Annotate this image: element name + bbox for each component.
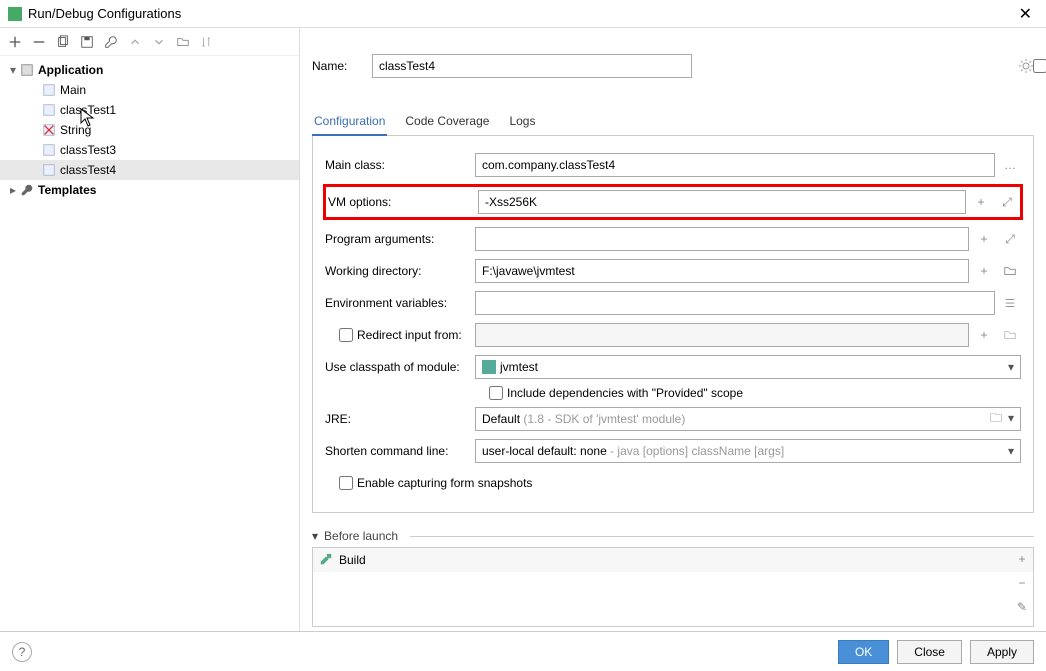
remove-icon[interactable] bbox=[30, 33, 48, 51]
expand-icon[interactable]: ⤢ bbox=[996, 191, 1018, 213]
redirect-checkbox[interactable]: Redirect input from: bbox=[339, 328, 475, 342]
expand-icon[interactable]: ⤢ bbox=[999, 228, 1021, 250]
plus-icon: + bbox=[973, 324, 995, 346]
dialog-footer: ? OK Close Apply bbox=[0, 631, 1046, 671]
chevron-down-icon: ▾ bbox=[1008, 360, 1014, 374]
add-task-icon[interactable]: + bbox=[1013, 550, 1031, 568]
config-icon bbox=[42, 83, 56, 97]
working-dir-label: Working directory: bbox=[325, 264, 475, 278]
up-icon[interactable] bbox=[126, 33, 144, 51]
vm-options-label: VM options: bbox=[328, 195, 478, 209]
allow-parallel-checkbox[interactable]: Allow parallel run bbox=[880, 45, 930, 87]
close-icon[interactable]: ✕ bbox=[1013, 4, 1038, 24]
gear-icon[interactable] bbox=[1018, 58, 1034, 74]
folder-icon bbox=[999, 324, 1021, 346]
edit-task-icon[interactable]: ✎ bbox=[1013, 598, 1031, 616]
name-label: Name: bbox=[312, 59, 362, 73]
config-form: Main class: … VM options: + ⤢ Program ar… bbox=[312, 136, 1034, 513]
before-launch-header[interactable]: ▾ Before launch bbox=[312, 525, 1034, 547]
shorten-select[interactable]: user-local default: none - java [options… bbox=[475, 439, 1021, 463]
config-icon bbox=[42, 143, 56, 157]
tab-bar: Configuration Code Coverage Logs bbox=[312, 108, 1034, 136]
snapshots-checkbox[interactable]: Enable capturing form snapshots bbox=[339, 476, 532, 490]
tree-label: classTest4 bbox=[60, 163, 116, 177]
tree-label: Templates bbox=[38, 183, 96, 197]
tree-label: classTest3 bbox=[60, 143, 116, 157]
include-deps-checkbox[interactable]: Include dependencies with "Provided" sco… bbox=[489, 386, 743, 400]
down-icon[interactable] bbox=[150, 33, 168, 51]
store-project-checkbox[interactable]: Store as project file bbox=[954, 38, 1004, 94]
main-class-input[interactable] bbox=[475, 153, 995, 177]
jre-select[interactable]: Default (1.8 - SDK of 'jvmtest' module)🗀… bbox=[475, 407, 1021, 431]
classpath-label: Use classpath of module: bbox=[325, 360, 475, 374]
application-icon bbox=[20, 63, 34, 77]
tree-node-classtest1[interactable]: classTest1 bbox=[0, 100, 299, 120]
classpath-select[interactable]: jvmtest▾ bbox=[475, 355, 1021, 379]
config-icon bbox=[42, 163, 56, 177]
remove-task-icon[interactable]: − bbox=[1013, 574, 1031, 592]
wrench-icon[interactable] bbox=[102, 33, 120, 51]
tree-node-main[interactable]: Main bbox=[0, 80, 299, 100]
tab-logs[interactable]: Logs bbox=[507, 108, 537, 135]
window-title: Run/Debug Configurations bbox=[28, 6, 1013, 21]
app-icon bbox=[8, 7, 22, 21]
env-vars-label: Environment variables: bbox=[325, 296, 475, 310]
tree-label: Main bbox=[60, 83, 86, 97]
tree-node-application[interactable]: ▾ Application bbox=[0, 60, 299, 80]
program-args-input[interactable] bbox=[475, 227, 969, 251]
add-icon[interactable] bbox=[6, 33, 24, 51]
name-input[interactable] bbox=[372, 54, 692, 78]
expand-icon[interactable]: ▾ bbox=[6, 63, 20, 77]
plus-icon[interactable]: + bbox=[973, 228, 995, 250]
build-task-row[interactable]: Build bbox=[313, 548, 1033, 572]
error-config-icon bbox=[42, 123, 56, 137]
folder-icon[interactable] bbox=[999, 260, 1021, 282]
sort-icon[interactable] bbox=[198, 33, 216, 51]
tree-node-classtest3[interactable]: classTest3 bbox=[0, 140, 299, 160]
tree-label: Application bbox=[38, 63, 103, 77]
right-panel: Name: Allow parallel run Store as projec… bbox=[300, 28, 1046, 631]
config-icon bbox=[42, 103, 56, 117]
tree-label: String bbox=[60, 123, 91, 137]
plus-icon[interactable]: + bbox=[970, 191, 992, 213]
expand-icon[interactable]: ▸ bbox=[6, 183, 20, 197]
before-launch-list[interactable]: Build + − ✎ bbox=[312, 547, 1034, 627]
collapse-icon[interactable]: ▾ bbox=[312, 529, 318, 543]
list-icon[interactable] bbox=[999, 292, 1021, 314]
tree-toolbar bbox=[0, 28, 299, 56]
tree-node-classtest4[interactable]: classTest4 bbox=[0, 160, 299, 180]
tree-node-string[interactable]: String bbox=[0, 120, 299, 140]
chevron-down-icon: ▾ bbox=[1008, 444, 1014, 458]
tab-coverage[interactable]: Code Coverage bbox=[403, 108, 491, 135]
copy-icon[interactable] bbox=[54, 33, 72, 51]
title-bar: Run/Debug Configurations ✕ bbox=[0, 0, 1046, 28]
ok-button[interactable]: OK bbox=[838, 640, 889, 664]
program-args-label: Program arguments: bbox=[325, 232, 475, 246]
tree-label: classTest1 bbox=[60, 103, 116, 117]
redirect-input bbox=[475, 323, 969, 347]
module-icon bbox=[482, 360, 496, 374]
chevron-down-icon: ▾ bbox=[1008, 411, 1014, 425]
cancel-button[interactable]: Close bbox=[897, 640, 962, 664]
vm-options-input[interactable] bbox=[478, 190, 966, 214]
tree-node-templates[interactable]: ▸ Templates bbox=[0, 180, 299, 200]
tab-configuration[interactable]: Configuration bbox=[312, 108, 387, 136]
wrench-icon bbox=[20, 183, 34, 197]
help-button[interactable]: ? bbox=[12, 642, 32, 662]
jre-label: JRE: bbox=[325, 412, 475, 426]
left-panel: ▾ Application Main classTest1 String cla… bbox=[0, 28, 300, 631]
folder-icon[interactable]: 🗀 bbox=[990, 411, 1002, 425]
plus-icon[interactable]: + bbox=[973, 260, 995, 282]
apply-button[interactable]: Apply bbox=[970, 640, 1034, 664]
save-icon[interactable] bbox=[78, 33, 96, 51]
folder-icon[interactable] bbox=[174, 33, 192, 51]
env-vars-input[interactable] bbox=[475, 291, 995, 315]
config-tree[interactable]: ▾ Application Main classTest1 String cla… bbox=[0, 56, 299, 631]
main-class-label: Main class: bbox=[325, 158, 475, 172]
browse-button[interactable]: … bbox=[999, 154, 1021, 176]
shorten-label: Shorten command line: bbox=[325, 444, 475, 458]
working-dir-input[interactable] bbox=[475, 259, 969, 283]
highlight-box: VM options: + ⤢ bbox=[323, 184, 1023, 220]
hammer-icon bbox=[319, 553, 333, 567]
